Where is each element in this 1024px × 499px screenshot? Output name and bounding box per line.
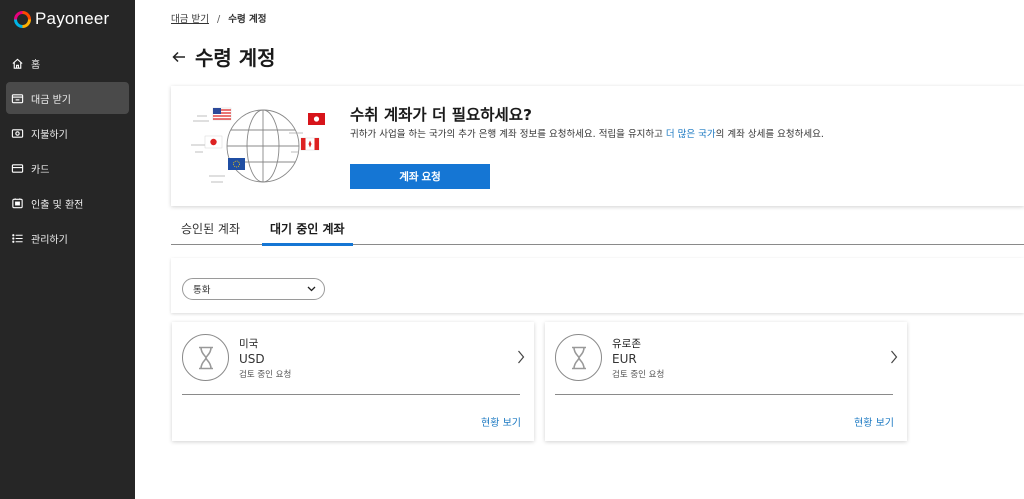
sidebar-item-home[interactable]: 홈 <box>6 47 129 79</box>
sidebar-item-label: 카드 <box>31 164 50 176</box>
account-card-eur[interactable]: 유로존 EUR 검토 중인 요청 현황 보기 <box>545 322 907 441</box>
manage-list-icon <box>12 233 23 243</box>
hong-kong-flag-icon <box>308 113 325 125</box>
sidebar-item-label: 인출 및 환전 <box>31 199 84 211</box>
account-status: 검토 중인 요청 <box>612 370 665 380</box>
japan-flag-icon <box>204 135 223 149</box>
receive-icon <box>11 93 24 103</box>
sidebar-item-label: 관리하기 <box>31 234 68 246</box>
canada-flag-icon <box>300 137 320 151</box>
payoneer-logo[interactable]: Payoneer <box>0 0 135 38</box>
sidebar-item-manage[interactable]: 관리하기 <box>6 222 129 254</box>
promo-description: 귀하가 사업을 하는 국가의 추가 은행 계좌 정보를 요청하세요. 적립을 유… <box>350 126 824 140</box>
filter-panel: 통화 <box>171 258 1024 313</box>
account-card-usd[interactable]: 미국 USD 검토 중인 요청 현황 보기 <box>172 322 534 441</box>
account-currency: USD <box>239 352 265 366</box>
pay-icon <box>11 128 24 138</box>
sidebar-nav: 홈 대금 받기 지불하기 카드 인출 및 환전 관리하기 <box>0 47 135 254</box>
card-icon <box>11 163 24 173</box>
breadcrumb-current: 수령 계정 <box>228 14 267 25</box>
title-row: 수령 계정 <box>171 42 276 71</box>
eu-flag-icon <box>228 158 245 170</box>
us-flag-icon <box>212 107 232 121</box>
view-status-link[interactable]: 현황 보기 <box>481 414 521 429</box>
tab-pending-accounts[interactable]: 대기 중인 계좌 <box>262 220 353 246</box>
breadcrumb: 대금 받기 / 수령 계정 <box>171 11 267 25</box>
chevron-right-icon[interactable] <box>890 350 898 364</box>
sidebar-item-receive[interactable]: 대금 받기 <box>6 82 129 114</box>
sidebar-item-card[interactable]: 카드 <box>6 152 129 184</box>
request-account-button[interactable]: 계좌 요청 <box>350 164 490 189</box>
account-region: 유로존 <box>612 338 641 350</box>
account-region: 미국 <box>239 338 259 350</box>
sidebar-item-label: 대금 받기 <box>31 94 71 106</box>
page-title: 수령 계정 <box>195 46 276 70</box>
payoneer-logo-icon <box>14 10 31 28</box>
more-countries-link[interactable]: 더 많은 국가 <box>666 129 716 140</box>
withdraw-icon <box>12 197 23 208</box>
card-divider <box>182 394 520 395</box>
currency-dropdown-label: 통화 <box>193 285 211 296</box>
card-divider <box>555 394 893 395</box>
currency-dropdown[interactable]: 통화 <box>182 278 325 300</box>
pending-status-circle <box>182 334 229 381</box>
chevron-down-icon <box>307 286 316 292</box>
sidebar: Payoneer 홈 대금 받기 지불하기 카드 인출 및 환전 관리하기 <box>0 0 135 499</box>
hourglass-icon <box>198 346 213 369</box>
sidebar-item-label: 홈 <box>31 59 41 71</box>
brand-name: Payoneer <box>35 9 110 28</box>
promo-desc-part2: 의 계좌 상세를 요청하세요. <box>715 129 824 140</box>
tab-approved-accounts[interactable]: 승인된 계좌 <box>181 220 240 244</box>
promo-heading: 수취 계좌가 더 필요하세요? <box>350 106 533 124</box>
promo-desc-part1: 귀하가 사업을 하는 국가의 추가 은행 계좌 정보를 요청하세요. 적립을 유… <box>350 129 666 140</box>
back-arrow-icon[interactable] <box>171 49 187 65</box>
account-status: 검토 중인 요청 <box>239 370 292 380</box>
sidebar-item-label: 지불하기 <box>31 129 68 141</box>
home-icon <box>12 58 23 69</box>
globe-flags-illustration <box>191 107 325 183</box>
main-content: 대금 받기 / 수령 계정 수령 계정 수취 계좌가 더 필요하세요? 귀하가 … <box>135 0 1024 499</box>
view-status-link[interactable]: 현황 보기 <box>854 414 894 429</box>
hourglass-icon <box>571 346 586 369</box>
breadcrumb-separator: / <box>217 14 221 25</box>
account-currency: EUR <box>612 352 637 366</box>
pending-status-circle <box>555 334 602 381</box>
breadcrumb-link-receive[interactable]: 대금 받기 <box>171 14 209 25</box>
sidebar-item-withdraw[interactable]: 인출 및 환전 <box>6 187 129 219</box>
sidebar-item-pay[interactable]: 지불하기 <box>6 117 129 149</box>
account-tabs: 승인된 계좌 대기 중인 계좌 <box>171 214 1024 246</box>
request-account-promo: 수취 계좌가 더 필요하세요? 귀하가 사업을 하는 국가의 추가 은행 계좌 … <box>171 86 1024 206</box>
chevron-right-icon[interactable] <box>517 350 525 364</box>
